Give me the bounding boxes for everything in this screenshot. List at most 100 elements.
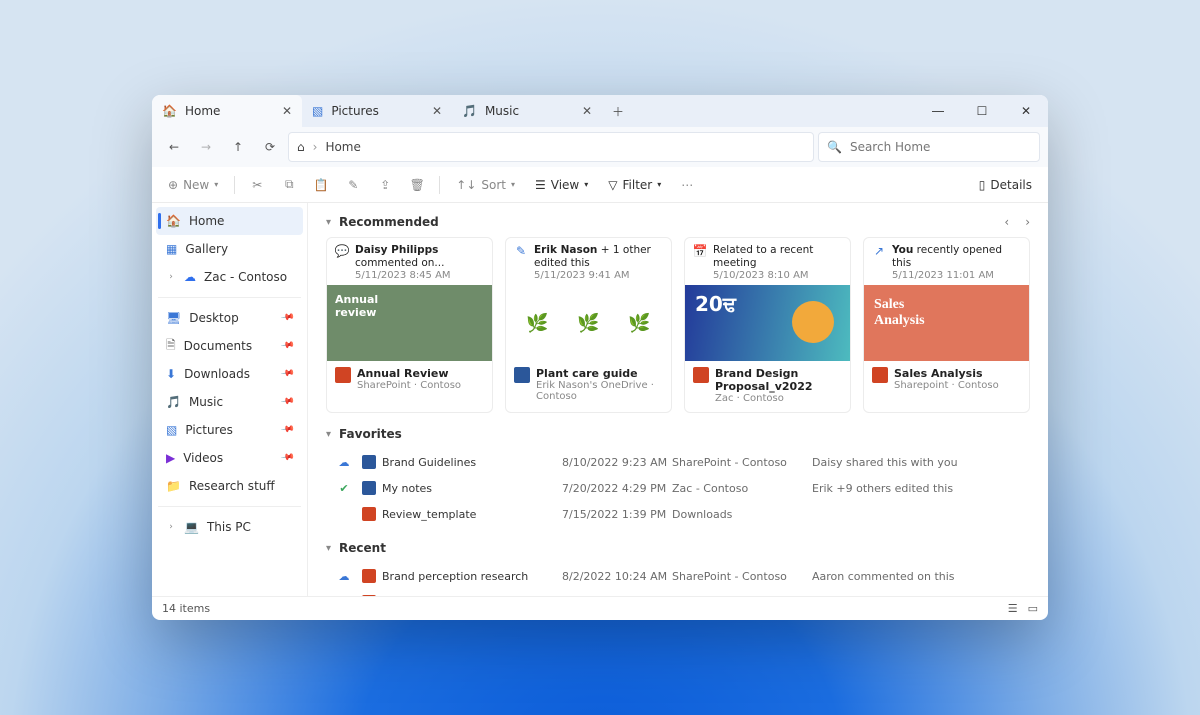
share-button[interactable]: ⇪: [371, 172, 399, 198]
reason-actor: Daisy Philipps: [355, 244, 438, 256]
card-thumbnail: [864, 285, 1029, 361]
card-reason: 📅 Related to a recent meeting 5/10/2023 …: [685, 238, 850, 285]
home-icon: 🏠: [166, 214, 181, 228]
sidebar-item-music[interactable]: 🎵 Music 📌: [156, 388, 303, 416]
sidebar-item-onedrive[interactable]: › ☁ Zac - Contoso: [156, 263, 303, 291]
refresh-button[interactable]: ⟳: [256, 133, 284, 161]
close-icon[interactable]: ✕: [282, 104, 292, 118]
file-location: Downloads: [672, 508, 812, 521]
more-button[interactable]: ⋯: [673, 172, 701, 198]
sidebar-item-label: This PC: [207, 520, 251, 534]
delete-button[interactable]: 🗑: [403, 172, 431, 198]
section-header-favorites[interactable]: ▾ Favorites: [326, 427, 1030, 441]
new-button[interactable]: ⊕ New ▾: [160, 172, 226, 198]
new-label: New: [183, 178, 209, 192]
sidebar-item-this-pc[interactable]: › 💻 This PC: [156, 513, 303, 541]
card-thumbnail: [327, 285, 492, 361]
breadcrumb[interactable]: Home: [325, 140, 360, 154]
close-icon[interactable]: ✕: [432, 104, 442, 118]
section-title: Favorites: [339, 427, 402, 441]
share-icon: ⇪: [380, 178, 390, 192]
window-controls: ― ☐ ✕: [916, 95, 1048, 127]
sort-button[interactable]: ↑↓ Sort ▾: [448, 172, 523, 198]
maximize-button[interactable]: ☐: [960, 95, 1004, 127]
chevron-down-icon[interactable]: ▾: [326, 543, 331, 554]
card-reason: 💬 Daisy Philipps commented on... 5/11/20…: [327, 238, 492, 285]
status-bar: 14 items ☰ ▭: [152, 596, 1048, 620]
up-button[interactable]: ↑: [224, 133, 252, 161]
sidebar-item-videos[interactable]: ▶ Videos 📌: [156, 444, 303, 472]
card-title: Brand Design Proposal_v2022: [715, 367, 842, 393]
pager-next-button[interactable]: ›: [1025, 215, 1030, 229]
card-location: Zac · Contoso: [715, 393, 842, 404]
sidebar-item-documents[interactable]: 🗎 Documents 📌: [156, 332, 303, 360]
card-thumbnail: [685, 285, 850, 361]
new-tab-button[interactable]: ＋: [602, 95, 634, 127]
minimize-button[interactable]: ―: [916, 95, 960, 127]
sidebar-item-gallery[interactable]: ▦ Gallery: [156, 235, 303, 263]
home-icon: 🏠: [162, 104, 177, 118]
powerpoint-icon: [872, 367, 888, 383]
chevron-down-icon[interactable]: ▾: [326, 429, 331, 440]
search-icon: 🔍: [827, 140, 842, 154]
details-pane-button[interactable]: ▯ Details: [971, 172, 1040, 198]
recommended-card[interactable]: ↗ You recently opened this 5/11/2023 11:…: [863, 237, 1030, 413]
rename-button[interactable]: ✎: [339, 172, 367, 198]
pager-prev-button[interactable]: ‹: [1004, 215, 1009, 229]
sidebar-item-label: Pictures: [185, 423, 233, 437]
chevron-down-icon: ▾: [657, 180, 661, 189]
cut-button[interactable]: ✂: [243, 172, 271, 198]
chevron-down-icon[interactable]: ▾: [326, 217, 331, 228]
back-button[interactable]: ←: [160, 133, 188, 161]
sidebar-item-home[interactable]: 🏠 Home: [156, 207, 303, 235]
favorites-list: ☁ Brand Guidelines 8/10/2022 9:23 AM Sha…: [326, 449, 1030, 527]
recommended-card[interactable]: ✎ Erik Nason + 1 other edited this 5/11/…: [505, 237, 672, 413]
list-item[interactable]: 2022_year_in_review 7/27/2022 8:44 AM Do…: [326, 589, 1030, 596]
list-item[interactable]: ☁ Brand perception research 8/2/2022 10:…: [326, 563, 1030, 589]
details-view-button[interactable]: ☰: [1008, 602, 1018, 615]
list-item[interactable]: ✔ My notes 7/20/2022 4:29 PM Zac - Conto…: [326, 475, 1030, 501]
section-header-recent[interactable]: ▾ Recent: [326, 541, 1030, 555]
file-name: Brand perception research: [382, 570, 562, 583]
recommended-pager: ‹ ›: [1004, 215, 1030, 229]
close-icon[interactable]: ✕: [582, 104, 592, 118]
view-button[interactable]: ☰ View ▾: [527, 172, 596, 198]
address-bar[interactable]: ⌂ › Home: [288, 132, 814, 162]
file-name: My notes: [382, 482, 562, 495]
tab-music[interactable]: 🎵 Music ✕: [452, 95, 602, 127]
sidebar-item-label: Music: [189, 395, 223, 409]
close-window-button[interactable]: ✕: [1004, 95, 1048, 127]
sidebar-item-label: Zac - Contoso: [204, 270, 287, 284]
sidebar-item-pictures[interactable]: ▧ Pictures 📌: [156, 416, 303, 444]
tiles-view-button[interactable]: ▭: [1028, 602, 1038, 615]
paste-icon: 📋: [314, 178, 329, 192]
filter-button[interactable]: ▽ Filter ▾: [600, 172, 669, 198]
list-item[interactable]: ☁ Brand Guidelines 8/10/2022 9:23 AM Sha…: [326, 449, 1030, 475]
sidebar-item-downloads[interactable]: ⬇ Downloads 📌: [156, 360, 303, 388]
paste-button[interactable]: 📋: [307, 172, 335, 198]
pin-icon: 📌: [280, 367, 295, 382]
tab-pictures[interactable]: ▧ Pictures ✕: [302, 95, 452, 127]
sidebar-item-desktop[interactable]: 🖥 Desktop 📌: [156, 304, 303, 332]
tab-label: Music: [485, 104, 519, 118]
recommended-card[interactable]: 💬 Daisy Philipps commented on... 5/11/20…: [326, 237, 493, 413]
copy-button[interactable]: ⧉: [275, 172, 303, 198]
cloud-icon: ☁: [326, 456, 362, 469]
folder-icon: 📁: [166, 479, 181, 493]
tab-home[interactable]: 🏠 Home ✕: [152, 95, 302, 127]
chevron-right-icon[interactable]: ›: [166, 522, 176, 532]
chevron-down-icon: ▾: [584, 180, 588, 189]
search-input[interactable]: 🔍 Search Home: [818, 132, 1040, 162]
body: 🏠 Home ▦ Gallery › ☁ Zac - Contoso 🖥 Des…: [152, 203, 1048, 596]
section-header-recommended[interactable]: ▾ Recommended ‹ ›: [326, 215, 1030, 229]
music-icon: 🎵: [166, 395, 181, 409]
recommended-card[interactable]: 📅 Related to a recent meeting 5/10/2023 …: [684, 237, 851, 413]
command-bar: ⊕ New ▾ ✂ ⧉ 📋 ✎ ⇪ 🗑 ↑↓ Sort ▾ ☰ View ▾ ▽…: [152, 167, 1048, 203]
sidebar-item-folder[interactable]: 📁 Research stuff: [156, 472, 303, 500]
list-item[interactable]: Review_template 7/15/2022 1:39 PM Downlo…: [326, 501, 1030, 527]
forward-button[interactable]: →: [192, 133, 220, 161]
divider: [234, 176, 235, 194]
file-name: Review_template: [382, 508, 562, 521]
cut-icon: ✂: [252, 178, 262, 192]
chevron-right-icon[interactable]: ›: [166, 272, 176, 282]
